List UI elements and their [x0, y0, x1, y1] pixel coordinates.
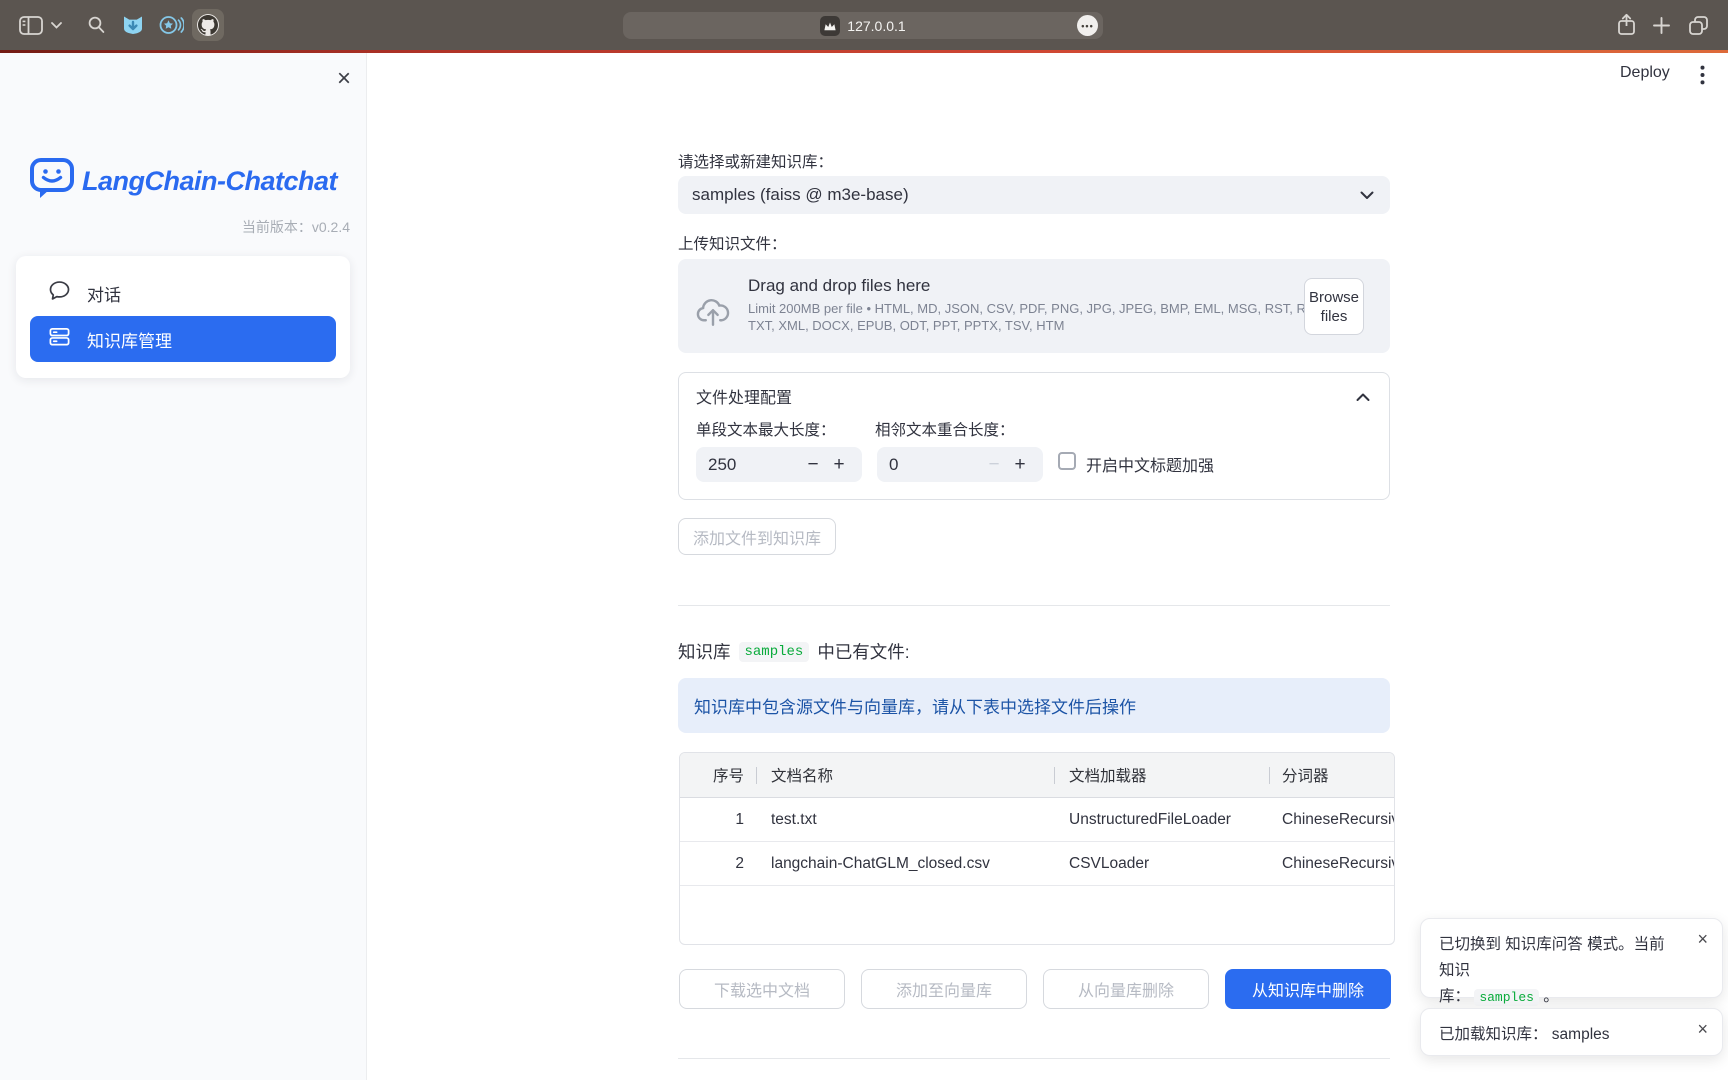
- chevron-up-icon[interactable]: [1356, 389, 1370, 407]
- file-config-title: 文件处理配置: [696, 384, 792, 408]
- chunk-minus-button[interactable]: −: [800, 454, 826, 476]
- table-row[interactable]: 1 test.txt UnstructuredFileLoader Chines…: [680, 798, 1395, 842]
- sidebar-toggle-icon[interactable]: [19, 16, 43, 35]
- zh-title-checkbox[interactable]: [1058, 452, 1076, 470]
- toast-close-icon[interactable]: ×: [1697, 931, 1708, 947]
- sidebar-chevron-down-icon[interactable]: [51, 22, 62, 29]
- download-selected-button[interactable]: 下载选中文档: [679, 969, 845, 1009]
- toast-text: 库： samples 。: [1439, 984, 1680, 1011]
- cell-loader: CSVLoader: [1054, 842, 1269, 885]
- sidebar-menu: 对话 知识库管理: [16, 256, 350, 378]
- chevron-down-icon: [1360, 185, 1374, 205]
- kb-name-code: samples: [1474, 989, 1539, 1006]
- overlap-plus-button[interactable]: +: [1007, 454, 1033, 476]
- overlap-size-value: 0: [889, 455, 981, 475]
- overlap-minus-button[interactable]: −: [981, 454, 1007, 476]
- chunk-size-input[interactable]: 250 − +: [696, 447, 862, 482]
- cell-splitter: ChineseRecursiveT: [1269, 842, 1395, 885]
- search-icon[interactable]: [88, 16, 105, 34]
- database-icon: [48, 325, 71, 353]
- zh-title-checkbox-label: 开启中文标题加强: [1086, 452, 1214, 476]
- add-to-vectorstore-button[interactable]: 添加至向量库: [861, 969, 1027, 1009]
- sidebar: × LangChain-Chatchat 当前版本：v0.2.4 对话 知识库管…: [0, 53, 367, 1080]
- divider: [678, 605, 1390, 606]
- add-files-button[interactable]: 添加文件到知识库: [678, 518, 836, 555]
- overlap-size-input[interactable]: 0 − +: [877, 447, 1043, 482]
- kb-select-label: 请选择或新建知识库：: [678, 150, 833, 172]
- dropzone-limit-text: Limit 200MB per file • HTML, MD, JSON, C…: [748, 301, 1324, 334]
- dropzone-title: Drag and drop files here: [748, 276, 930, 296]
- cell-name: langchain-ChatGLM_closed.csv: [756, 842, 1054, 885]
- sidebar-item-dialogue[interactable]: 对话: [30, 270, 336, 316]
- share-icon[interactable]: [1617, 13, 1636, 37]
- chat-bubble-icon: [48, 279, 71, 307]
- delete-from-kb-button[interactable]: 从知识库中删除: [1225, 969, 1391, 1009]
- toast-text: 已加载知识库： samples: [1439, 1022, 1680, 1048]
- col-header-splitter[interactable]: 分词器: [1269, 753, 1395, 797]
- deploy-button[interactable]: Deploy: [1620, 64, 1676, 82]
- logo-text: LangChain-Chatchat: [82, 166, 337, 197]
- extension-cat-icon[interactable]: [121, 13, 145, 37]
- chunk-size-label: 单段文本最大长度：: [696, 418, 836, 440]
- chunk-size-value: 250: [708, 455, 800, 475]
- cell-loader: UnstructuredFileLoader: [1054, 798, 1269, 841]
- col-header-name[interactable]: 文档名称: [756, 753, 1054, 797]
- kb-select[interactable]: samples (faiss @ m3e-base): [678, 176, 1390, 214]
- browse-files-button[interactable]: Browse files: [1304, 278, 1364, 335]
- sidebar-item-label: 对话: [87, 281, 121, 306]
- app-logo: LangChain-Chatchat: [29, 157, 337, 205]
- toast-text: 已切换到 知识库问答 模式。当前知识: [1439, 932, 1680, 984]
- chunk-plus-button[interactable]: +: [826, 454, 852, 476]
- cell-splitter: ChineseRecursiveT: [1269, 798, 1395, 841]
- page-options-icon[interactable]: •••: [1077, 15, 1098, 36]
- table-header-row: 序号 文档名称 文档加载器 分词器: [680, 753, 1395, 798]
- col-header-index[interactable]: 序号: [680, 753, 756, 797]
- sidebar-item-knowledge-base[interactable]: 知识库管理: [30, 316, 336, 362]
- files-table[interactable]: 序号 文档名称 文档加载器 分词器 1 test.txt Unstructure…: [679, 752, 1395, 945]
- cell-name: test.txt: [756, 798, 1054, 841]
- cloud-upload-icon: [694, 294, 732, 335]
- col-header-loader[interactable]: 文档加载器: [1054, 753, 1269, 797]
- github-extension-button[interactable]: [192, 9, 224, 41]
- sidebar-close-icon[interactable]: ×: [331, 66, 357, 92]
- tab-overview-icon[interactable]: [1688, 15, 1709, 36]
- upload-label: 上传知识文件：: [678, 232, 787, 254]
- site-favicon: [820, 16, 840, 36]
- new-tab-icon[interactable]: [1653, 17, 1670, 34]
- delete-from-vectorstore-button[interactable]: 从向量库删除: [1043, 969, 1209, 1009]
- version-label: 当前版本：v0.2.4: [0, 217, 350, 237]
- cell-index: 2: [680, 842, 756, 885]
- address-bar[interactable]: 127.0.0.1 •••: [623, 12, 1103, 39]
- toast-close-icon[interactable]: ×: [1697, 1021, 1708, 1037]
- info-banner: 知识库中包含源文件与向量库，请从下表中选择文件后操作: [678, 678, 1390, 733]
- screen: 127.0.0.1 ••• × LangChain-Chatchat 当前版本：…: [0, 0, 1728, 1080]
- browser-toolbar: 127.0.0.1 •••: [0, 0, 1728, 50]
- logo-chat-bubble-icon: [29, 157, 75, 205]
- overlap-size-label: 相邻文本重合长度：: [875, 418, 1015, 440]
- kb-name-code: samples: [739, 642, 810, 662]
- extension-star-circle-icon[interactable]: [159, 14, 184, 36]
- sidebar-item-label: 知识库管理: [87, 327, 172, 352]
- divider: [678, 1058, 1390, 1059]
- toast-mode-switched: 已切换到 知识库问答 模式。当前知识 库： samples 。 ×: [1420, 918, 1723, 998]
- app-menu-kebab-icon[interactable]: [1692, 64, 1712, 86]
- kb-select-value: samples (faiss @ m3e-base): [692, 185, 1360, 205]
- kb-files-heading: 知识库 samples 中已有文件:: [678, 639, 910, 664]
- cell-index: 1: [680, 798, 756, 841]
- table-row[interactable]: 2 langchain-ChatGLM_closed.csv CSVLoader…: [680, 842, 1395, 886]
- toast-kb-loaded: 已加载知识库： samples ×: [1420, 1008, 1723, 1056]
- url-text: 127.0.0.1: [847, 18, 905, 34]
